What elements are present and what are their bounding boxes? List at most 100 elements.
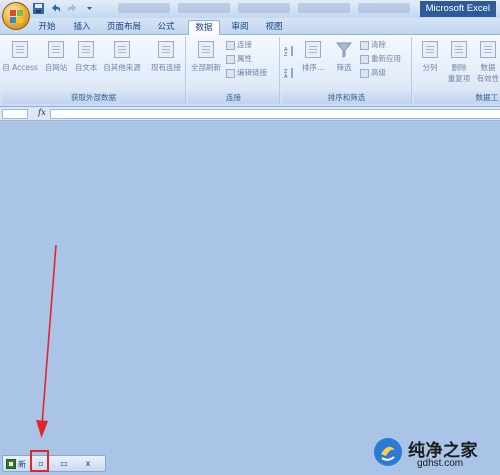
clear-filter-button[interactable]: 清除 <box>360 39 386 51</box>
data-validation-icon <box>480 41 496 58</box>
from-web-label: 自网站 <box>44 63 68 72</box>
advanced-filter-button[interactable]: 高级 <box>360 67 386 79</box>
from-text-label: 自文本 <box>74 63 98 72</box>
background-taskbar-ghost <box>118 3 410 13</box>
properties-label: 属性 <box>237 54 252 63</box>
from-text-button[interactable]: 自文本 <box>72 39 100 73</box>
edit-links-icon <box>226 68 235 78</box>
watermark: 纯净之家 gdhst.com <box>372 435 498 473</box>
advanced-filter-label: 高级 <box>371 68 386 77</box>
remove-duplicates-button[interactable]: 删除 重复项 <box>446 39 472 84</box>
workbook-workspace <box>0 122 500 475</box>
sort-za-icon: ZA <box>284 68 293 79</box>
reapply-label: 重新应用 <box>371 54 401 63</box>
sort-dialog-icon <box>305 41 321 58</box>
title-bar: Microsoft Excel <box>0 0 500 18</box>
properties-icon <box>226 54 235 64</box>
from-access-button[interactable]: 自 Access <box>2 39 38 73</box>
tab-data[interactable]: 数据 <box>188 20 220 36</box>
edit-links-label: 编辑链接 <box>237 68 267 77</box>
tab-view[interactable]: 视图 <box>262 20 286 35</box>
group-label-data-tools: 数据工 <box>414 92 500 104</box>
data-validation-label-1: 数据 <box>480 63 496 72</box>
formula-input[interactable] <box>50 109 500 119</box>
clear-filter-label: 清除 <box>371 40 386 49</box>
text-to-columns-label: 分列 <box>422 63 438 72</box>
filter-button[interactable]: 筛选 <box>332 39 356 73</box>
minimized-workbook-window[interactable]: 新 ▫ ▭ x <box>2 455 106 472</box>
group-get-external-data: 自 Access 自网站 自文本 自其他来源 现有连接 获取外部数据 <box>2 37 186 105</box>
properties-button[interactable]: 属性 <box>226 53 252 65</box>
from-web-button[interactable]: 自网站 <box>42 39 70 73</box>
maximize-button[interactable]: ▭ <box>57 457 71 470</box>
restore-highlight-box <box>30 450 49 472</box>
refresh-all-button[interactable]: 全部刷新 <box>188 39 224 73</box>
other-sources-icon <box>114 41 130 58</box>
filter-label: 筛选 <box>336 63 352 72</box>
refresh-all-label: 全部刷新 <box>191 63 221 72</box>
edit-links-button[interactable]: 编辑链接 <box>226 67 267 79</box>
group-connections: 全部刷新 连接 属性 编辑链接 连接 <box>188 37 280 105</box>
group-label-connections: 连接 <box>188 92 279 104</box>
sort-za-button[interactable]: ZA <box>284 67 294 79</box>
refresh-icon <box>198 41 214 58</box>
fx-icon[interactable]: fx <box>38 108 46 118</box>
existing-connections-icon <box>158 41 174 58</box>
existing-connections-label: 现有连接 <box>151 63 181 72</box>
remove-duplicates-label-2: 重复项 <box>447 74 471 83</box>
name-box[interactable] <box>2 109 28 119</box>
data-validation-button[interactable]: 数据 有效性 <box>476 39 500 84</box>
sort-az-button[interactable]: AZ <box>284 45 294 57</box>
tab-formulas[interactable]: 公式 <box>154 20 178 35</box>
from-other-sources-label: 自其他来源 <box>103 63 141 72</box>
app-title: Microsoft Excel <box>419 1 496 17</box>
text-file-icon <box>78 41 94 58</box>
excel-workbook-icon <box>6 459 16 469</box>
tab-home[interactable]: 开始 <box>34 20 60 35</box>
customize-qat-icon[interactable] <box>83 2 96 15</box>
redo-icon[interactable] <box>66 2 79 15</box>
ribbon: 自 Access 自网站 自文本 自其他来源 现有连接 获取外部数据 全部刷新 … <box>0 35 500 107</box>
existing-connections-button[interactable]: 现有连接 <box>148 39 184 73</box>
svg-text:A: A <box>284 74 288 79</box>
watermark-logo-icon <box>374 438 402 466</box>
remove-duplicates-label-1: 删除 <box>451 63 467 72</box>
office-logo-icon <box>10 10 23 23</box>
remove-duplicates-icon <box>451 41 467 58</box>
text-to-columns-icon <box>422 41 438 58</box>
quick-access-toolbar <box>32 2 96 15</box>
advanced-filter-icon <box>360 68 369 78</box>
group-label-sort-filter: 排序和筛选 <box>282 92 411 104</box>
web-icon <box>48 41 64 58</box>
close-button[interactable]: x <box>81 457 95 470</box>
formula-bar: fx <box>0 107 500 121</box>
sort-az-icon: AZ <box>284 46 293 57</box>
watermark-url: gdhst.com <box>417 458 464 469</box>
ribbon-tabs: 开始 插入 页面布局 公式 数据 审阅 视图 <box>0 18 500 36</box>
access-icon <box>12 41 28 58</box>
undo-icon[interactable] <box>49 2 62 15</box>
connections-icon <box>226 40 235 50</box>
clear-filter-icon <box>360 40 369 50</box>
data-validation-label-2: 有效性 <box>476 74 500 83</box>
group-sort-filter: AZ ZA 排序... 筛选 清除 重新应用 高级 排序和筛选 <box>282 37 412 105</box>
filter-funnel-icon <box>335 41 353 58</box>
tab-insert[interactable]: 插入 <box>70 20 94 35</box>
connections-label: 连接 <box>237 40 252 49</box>
text-to-columns-button[interactable]: 分列 <box>418 39 442 73</box>
save-icon[interactable] <box>32 2 45 15</box>
office-button[interactable] <box>2 2 30 30</box>
connections-button[interactable]: 连接 <box>226 39 252 51</box>
tab-page-layout[interactable]: 页面布局 <box>104 20 144 35</box>
svg-text:Z: Z <box>284 52 288 57</box>
from-other-sources-button[interactable]: 自其他来源 <box>102 39 142 73</box>
reapply-icon <box>360 54 369 64</box>
group-label-get-external-data: 获取外部数据 <box>2 92 185 104</box>
minimized-window-title: 新 <box>18 460 26 469</box>
tab-review[interactable]: 审阅 <box>228 20 252 35</box>
from-access-label: 自 Access <box>2 63 38 72</box>
group-data-tools: 分列 删除 重复项 数据 有效性 数据工 <box>414 37 500 105</box>
reapply-button[interactable]: 重新应用 <box>360 53 401 65</box>
sort-button[interactable]: 排序... <box>298 39 328 73</box>
sort-label: 排序... <box>301 63 325 72</box>
